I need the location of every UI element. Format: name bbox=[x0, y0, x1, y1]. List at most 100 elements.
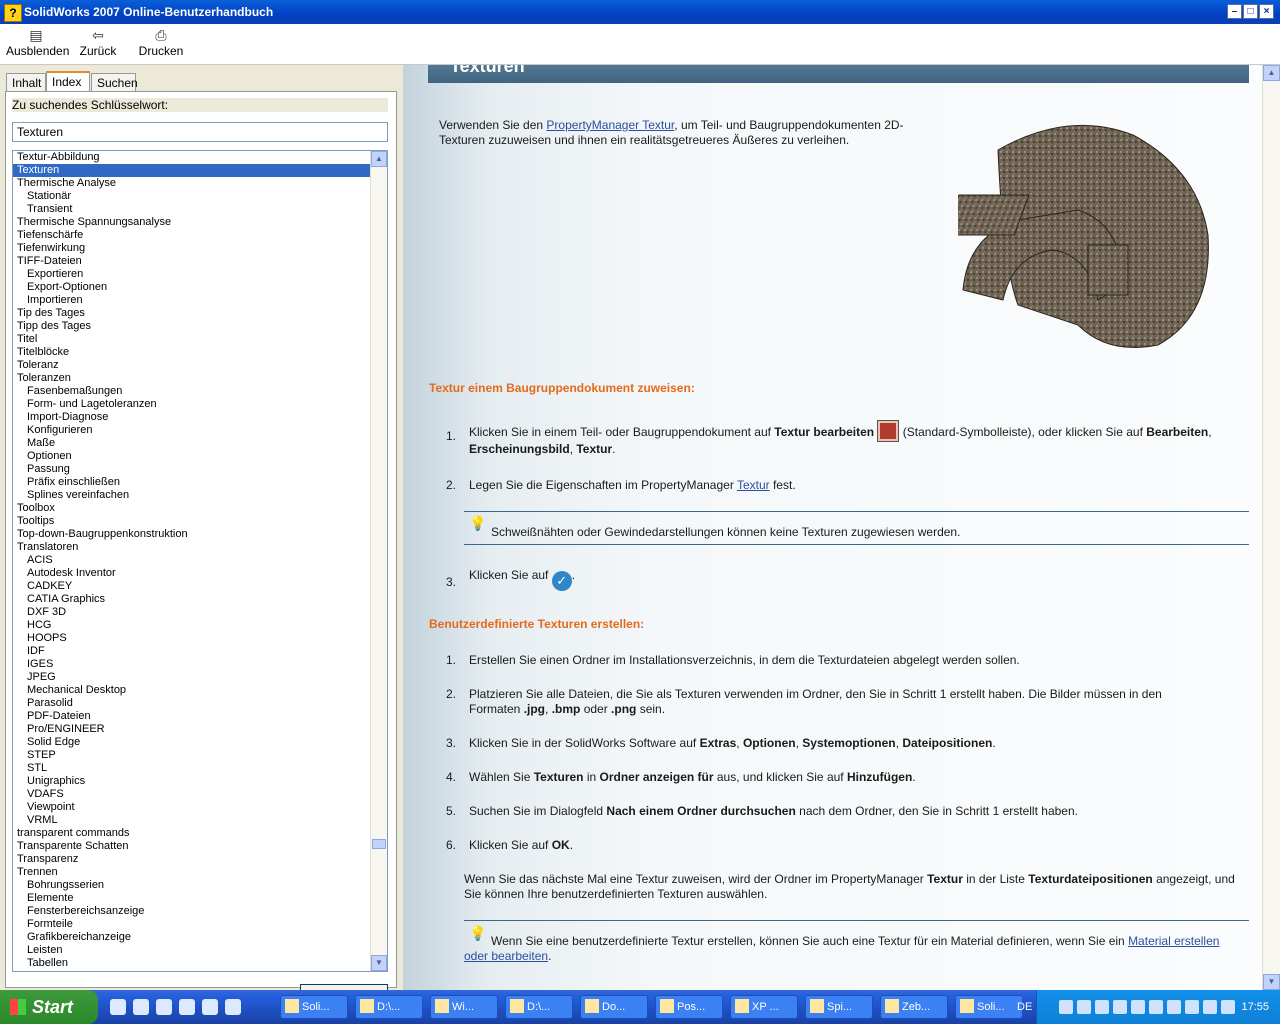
tray-icon[interactable] bbox=[1077, 1000, 1091, 1014]
index-entry[interactable]: Maße bbox=[13, 437, 371, 450]
index-entry[interactable]: Passung bbox=[13, 463, 371, 476]
start-button[interactable]: Start bbox=[0, 990, 98, 1024]
index-entry[interactable]: Titelblöcke bbox=[13, 346, 371, 359]
ati-icon[interactable] bbox=[1221, 1000, 1235, 1014]
back-button[interactable]: ⇦ Zurück bbox=[78, 26, 118, 62]
taskbar-button[interactable]: Pos... bbox=[655, 995, 723, 1019]
index-entry[interactable]: Bohrungsserien bbox=[13, 879, 371, 892]
excel-icon[interactable] bbox=[225, 999, 241, 1015]
ie-icon[interactable] bbox=[156, 999, 172, 1015]
index-entry[interactable]: Form- und Lagetoleranzen bbox=[13, 398, 371, 411]
tray-icon[interactable] bbox=[1059, 1000, 1073, 1014]
index-entry[interactable]: Splines vereinfachen bbox=[13, 489, 371, 502]
index-entry[interactable]: Transient bbox=[13, 203, 371, 216]
index-scrollbar[interactable]: ▲ ▼ bbox=[370, 151, 387, 971]
index-entry[interactable]: Tabellen bbox=[13, 957, 371, 970]
index-entry[interactable]: Textur-Abbildung bbox=[13, 151, 371, 164]
keyword-input[interactable] bbox=[12, 122, 388, 142]
index-entry[interactable]: CADKEY bbox=[13, 580, 371, 593]
index-entry[interactable]: Autodesk Inventor bbox=[13, 567, 371, 580]
index-entry[interactable]: Toleranz bbox=[13, 359, 371, 372]
taskbar-button[interactable]: Zeb... bbox=[880, 995, 948, 1019]
index-entry[interactable]: Importieren bbox=[13, 294, 371, 307]
index-entry[interactable]: VRML bbox=[13, 814, 371, 827]
index-entry[interactable]: Tooltips bbox=[13, 515, 371, 528]
scroll-down-icon[interactable]: ▼ bbox=[371, 955, 387, 971]
index-entry[interactable]: Konfigurieren bbox=[13, 424, 371, 437]
word-icon[interactable] bbox=[202, 999, 218, 1015]
taskbar-button[interactable]: XP ... bbox=[730, 995, 798, 1019]
tab-contents[interactable]: Inhalt bbox=[6, 73, 46, 91]
index-entry[interactable]: ACIS bbox=[13, 554, 371, 567]
index-list[interactable]: Textur-Abbildung Texturen Thermische Analy… bbox=[12, 150, 388, 972]
index-entry[interactable]: Toolbox bbox=[13, 502, 371, 515]
index-entry[interactable]: Tip des Tages bbox=[13, 307, 371, 320]
close-button[interactable]: × bbox=[1259, 4, 1274, 19]
index-entry[interactable]: IGES bbox=[13, 658, 371, 671]
index-entry[interactable]: IDF bbox=[13, 645, 371, 658]
index-entry[interactable]: STEP bbox=[13, 749, 371, 762]
index-entry[interactable]: Elemente bbox=[13, 892, 371, 905]
network-icon[interactable] bbox=[1203, 1000, 1217, 1014]
quicklaunch-icon[interactable] bbox=[133, 999, 149, 1015]
print-button[interactable]: ⎙ Drucken bbox=[138, 26, 184, 62]
material-edit-link[interactable]: Material erstellen bbox=[1128, 934, 1219, 948]
tray-icon[interactable] bbox=[1149, 1000, 1163, 1014]
index-entry[interactable]: Trennen bbox=[13, 866, 371, 879]
taskbar-button[interactable]: D:\... bbox=[505, 995, 573, 1019]
index-entry[interactable]: Präfix einschließen bbox=[13, 476, 371, 489]
index-entry[interactable]: Unigraphics bbox=[13, 775, 371, 788]
index-entry[interactable]: CATIA Graphics bbox=[13, 593, 371, 606]
scroll-up-icon[interactable]: ▲ bbox=[1263, 65, 1280, 81]
scroll-up-icon[interactable]: ▲ bbox=[371, 151, 387, 167]
tab-search[interactable]: Suchen bbox=[91, 73, 138, 91]
taskbar-button[interactable]: Wi... bbox=[430, 995, 498, 1019]
taskbar-button[interactable]: Soli... bbox=[955, 995, 1023, 1019]
maximize-button[interactable]: □ bbox=[1243, 4, 1258, 19]
index-entry[interactable]: Exportieren bbox=[13, 268, 371, 281]
index-entry[interactable]: JPEG bbox=[13, 671, 371, 684]
index-entry[interactable]: Tipp des Tages bbox=[13, 320, 371, 333]
index-entry[interactable]: Optionen bbox=[13, 450, 371, 463]
index-entry[interactable]: PDF-Dateien bbox=[13, 710, 371, 723]
tray-icon[interactable] bbox=[1185, 1000, 1199, 1014]
index-entry[interactable]: DXF 3D bbox=[13, 606, 371, 619]
taskbar-button[interactable]: Do... bbox=[580, 995, 648, 1019]
index-entry[interactable]: Tiefenwirkung bbox=[13, 242, 371, 255]
tray-icon[interactable] bbox=[1095, 1000, 1109, 1014]
index-entry[interactable]: TIFF-Dateien bbox=[13, 255, 371, 268]
index-entry[interactable]: Texturen bbox=[13, 164, 371, 177]
minimize-button[interactable]: – bbox=[1227, 4, 1242, 19]
scroll-down-icon[interactable]: ▼ bbox=[1263, 974, 1280, 990]
index-entry[interactable]: Solid Edge bbox=[13, 736, 371, 749]
tab-index[interactable]: Index bbox=[46, 71, 90, 92]
index-entry[interactable]: Transparenz bbox=[13, 853, 371, 866]
index-entry[interactable]: Pro/ENGINEER bbox=[13, 723, 371, 736]
index-entry[interactable]: Parasolid bbox=[13, 697, 371, 710]
index-entry[interactable]: Thermische Analyse bbox=[13, 177, 371, 190]
quicklaunch-icon[interactable] bbox=[110, 999, 126, 1015]
index-entry[interactable]: HOOPS bbox=[13, 632, 371, 645]
scroll-thumb[interactable] bbox=[372, 839, 386, 849]
clock[interactable]: 17:55 bbox=[1241, 1001, 1269, 1013]
language-indicator[interactable]: DE bbox=[1017, 1001, 1032, 1013]
taskbar-button[interactable]: D:\... bbox=[355, 995, 423, 1019]
index-entry[interactable]: Top-down-Baugruppenkonstruktion bbox=[13, 528, 371, 541]
index-entry[interactable]: Import-Diagnose bbox=[13, 411, 371, 424]
index-entry[interactable]: Tiefenschärfe bbox=[13, 229, 371, 242]
tray-icon[interactable] bbox=[1167, 1000, 1181, 1014]
taskbar-button[interactable]: Soli... bbox=[280, 995, 348, 1019]
index-entry[interactable]: Thermische Spannungsanalyse bbox=[13, 216, 371, 229]
tray-icon[interactable] bbox=[1113, 1000, 1127, 1014]
index-entry[interactable]: HCG bbox=[13, 619, 371, 632]
index-entry[interactable]: Transparente Schatten bbox=[13, 840, 371, 853]
index-entry[interactable]: Mechanical Desktop bbox=[13, 684, 371, 697]
index-entry[interactable]: Translatoren bbox=[13, 541, 371, 554]
index-entry[interactable]: Fensterbereichsanzeige bbox=[13, 905, 371, 918]
index-entry[interactable]: Toleranzen bbox=[13, 372, 371, 385]
index-entry[interactable]: Titel bbox=[13, 333, 371, 346]
index-entry[interactable]: VDAFS bbox=[13, 788, 371, 801]
content-scrollbar[interactable]: ▲ ▼ bbox=[1262, 65, 1280, 990]
index-entry[interactable]: transparent commands bbox=[13, 827, 371, 840]
volume-icon[interactable] bbox=[1131, 1000, 1145, 1014]
